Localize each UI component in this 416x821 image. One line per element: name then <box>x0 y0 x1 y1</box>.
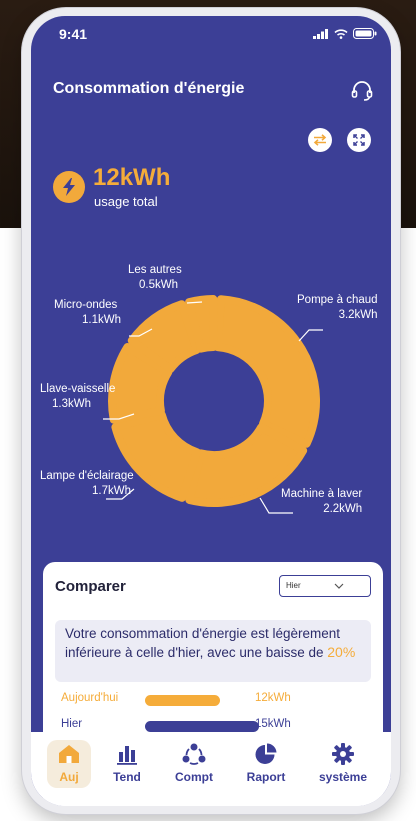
tab-raport-label: Raport <box>246 770 286 784</box>
gear-icon <box>332 743 354 765</box>
energy-icon-badge <box>53 171 85 203</box>
wifi-icon <box>334 28 348 39</box>
tab-tend-label: Tend <box>113 770 141 784</box>
tab-tend[interactable]: Tend <box>97 742 157 792</box>
label-pompe: Pompe à chaud 3.2kWh <box>297 293 378 323</box>
label-autres-value: 0.5kWh <box>139 279 178 291</box>
bottom-tab-bar: Auj Tend Compt Raport système <box>31 732 391 806</box>
tab-compt-label: Compt <box>175 770 213 784</box>
label-machine-value: 2.2kWh <box>323 503 363 515</box>
users-icon <box>182 743 206 765</box>
label-lampe-name: Lampe d'éclairage <box>40 470 134 482</box>
compare-row-today: Aujourd'hui 12kWh <box>61 692 361 708</box>
compare-title: Comparer <box>55 578 126 595</box>
label-lave-vaisselle-value: 1.3kWh <box>52 398 91 410</box>
page-title: Consommation d'énergie <box>53 80 245 97</box>
headset-icon[interactable] <box>349 78 375 104</box>
pie-chart-icon <box>255 743 277 764</box>
total-usage-value: 12kWh <box>93 164 171 191</box>
label-autres-name: Les autres <box>128 264 182 276</box>
compare-message-text: Votre consommation d'énergie est légèrem… <box>65 626 340 660</box>
compare-row-today-name: Aujourd'hui <box>61 692 119 704</box>
home-icon <box>59 745 79 763</box>
label-lampe-value: 1.7kWh <box>92 485 131 497</box>
label-pompe-value: 3.2kWh <box>338 309 378 321</box>
compare-row-today-value: 12kWh <box>255 692 291 704</box>
battery-icon <box>353 28 377 39</box>
tab-auj-label: Auj <box>59 770 79 784</box>
label-machine: Machine à laver 2.2kWh <box>281 487 362 517</box>
signal-icon <box>313 28 328 39</box>
label-machine-name: Machine à laver <box>281 488 363 500</box>
period-select[interactable]: Hier <box>279 575 371 597</box>
label-micro-ondes-name: Micro-ondes <box>54 299 118 311</box>
lightning-icon <box>63 178 75 196</box>
compare-message: Votre consommation d'énergie est légèrem… <box>55 620 371 682</box>
leader-line-0 <box>298 329 323 342</box>
expand-button[interactable] <box>347 128 371 152</box>
status-bar: 9:41 <box>31 16 391 56</box>
label-lampe: Lampe d'éclairage 1.7kWh <box>40 469 134 499</box>
total-usage-label: usage total <box>94 194 158 209</box>
tab-raport[interactable]: Raport <box>236 742 296 792</box>
label-pompe-name: Pompe à chaud <box>297 294 378 306</box>
compare-bar-today <box>145 695 220 706</box>
chevron-down-icon <box>334 583 344 589</box>
bar-chart-icon <box>117 746 137 765</box>
tab-compt[interactable]: Compt <box>164 742 224 792</box>
period-select-value: Hier <box>286 581 301 590</box>
label-micro-ondes-value: 1.1kWh <box>82 314 121 326</box>
app-screen: 9:41 Consommation d'énergie 12kWh usage … <box>31 16 391 806</box>
label-autres: Les autres 0.5kWh <box>128 263 182 293</box>
status-time: 9:41 <box>59 26 88 42</box>
compare-row-yesterday-name: Hier <box>61 718 83 730</box>
compare-bar-yesterday <box>145 721 260 732</box>
label-lave-vaisselle: Llave-vaisselle 1.3kWh <box>40 382 115 412</box>
tab-auj[interactable]: Auj <box>39 742 99 792</box>
label-micro-ondes: Micro-ondes 1.1kWh <box>54 298 121 328</box>
label-lave-vaisselle-name: Llave-vaisselle <box>40 383 116 395</box>
swap-button[interactable] <box>308 128 332 152</box>
status-icons <box>313 28 377 39</box>
compare-percent: 20% <box>327 644 356 660</box>
tab-systeme-label: système <box>318 770 368 784</box>
compare-row-yesterday-value: 15kWh <box>255 718 291 730</box>
tab-systeme[interactable]: système <box>313 742 373 792</box>
swap-icon <box>313 134 327 146</box>
expand-icon <box>353 134 365 146</box>
